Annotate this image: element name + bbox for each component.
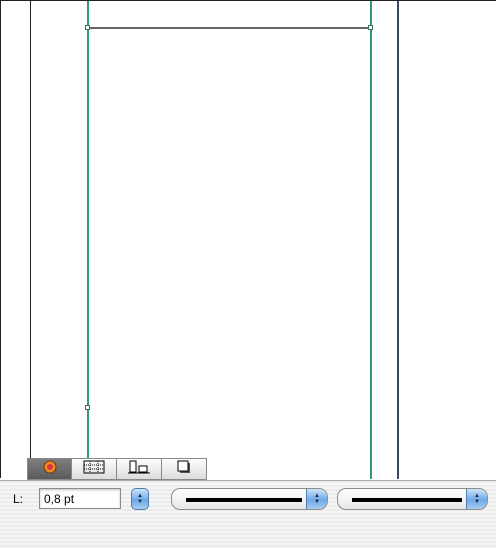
align-icon	[128, 460, 150, 479]
stroke-width-stepper[interactable]: ▲ ▼	[131, 488, 149, 510]
tab-align[interactable]	[117, 458, 162, 480]
color-wheel-icon	[43, 460, 57, 479]
stroke-toolbar: L: ▲ ▼ ▲▼ ▲▼	[0, 480, 496, 548]
inspector-tabs	[27, 458, 207, 480]
line-style-preview	[186, 498, 302, 502]
selection-handle[interactable]	[85, 405, 90, 410]
line-end-preview	[352, 498, 462, 502]
tab-shadow[interactable]	[162, 458, 207, 480]
popup-arrows-icon: ▲ ▼	[306, 489, 327, 509]
grid-icon	[83, 460, 105, 479]
selection-handle[interactable]	[85, 25, 90, 30]
tab-color[interactable]	[27, 458, 72, 480]
popup-arrows-icon: ▲ ▼	[466, 489, 487, 509]
page-margin-line	[30, 1, 31, 479]
tab-grid[interactable]	[72, 458, 117, 480]
stroke-width-field[interactable]	[39, 488, 121, 509]
shadow-icon	[176, 460, 192, 479]
line-end-popup[interactable]: ▲ ▼	[337, 488, 488, 510]
stroke-width-label: L:	[13, 492, 24, 506]
chevron-down-icon: ▼	[137, 499, 143, 505]
selection-handle[interactable]	[368, 25, 373, 30]
line-style-popup[interactable]: ▲ ▼	[171, 488, 328, 510]
horizontal-rule[interactable]	[88, 27, 372, 29]
document-canvas[interactable]	[0, 0, 496, 479]
object-right-edge	[370, 1, 372, 479]
page-edge-line	[397, 1, 399, 479]
